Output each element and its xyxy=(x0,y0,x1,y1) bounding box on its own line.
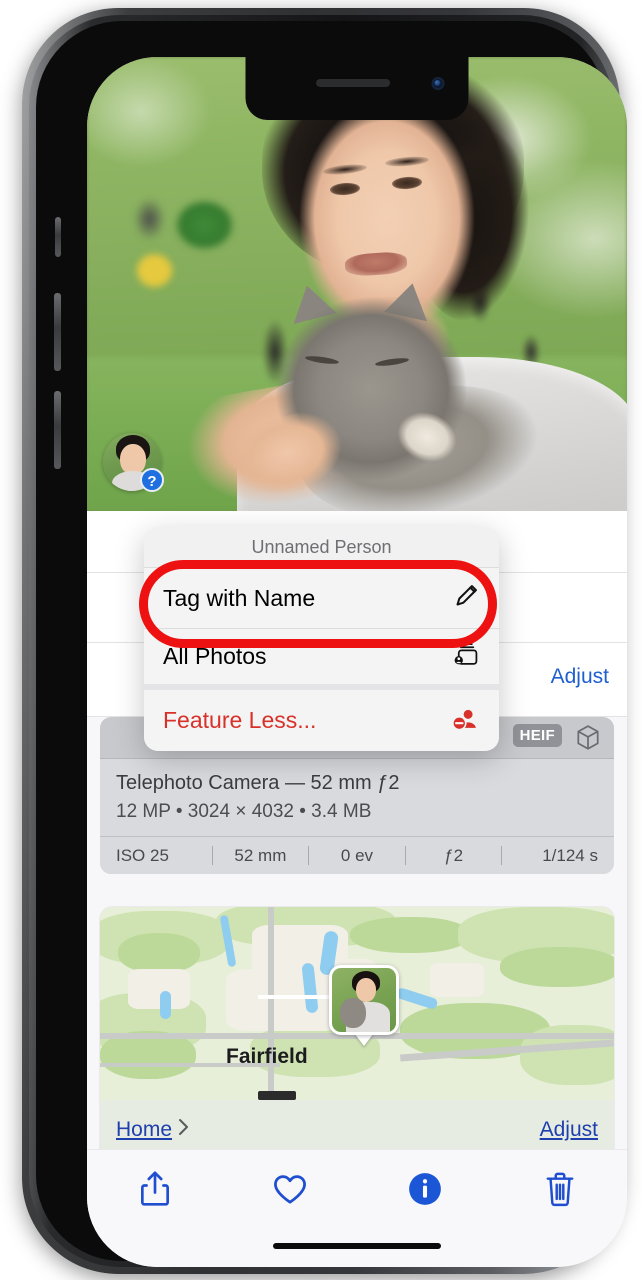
info-button[interactable] xyxy=(357,1172,492,1211)
camera-line: Telephoto Camera — 52 mm ƒ2 xyxy=(116,772,400,794)
volume-up-button[interactable] xyxy=(54,293,61,371)
menu-item-label: All Photos xyxy=(163,643,267,669)
cube-icon xyxy=(575,724,601,757)
details-line: 12 MP • 3024 × 4032 • 3.4 MB xyxy=(116,801,372,822)
menu-item-feature-less[interactable]: Feature Less... xyxy=(144,690,499,751)
map-place-label: Fairfield xyxy=(226,1045,308,1068)
menu-item-label: Feature Less... xyxy=(163,707,317,733)
earpiece-speaker xyxy=(315,79,390,87)
face-thumbnail-chip[interactable]: ? xyxy=(103,433,164,492)
home-indicator-zone xyxy=(87,1233,627,1267)
mute-switch[interactable] xyxy=(55,217,61,257)
stat-ev: 0 ev xyxy=(340,845,374,865)
share-button[interactable] xyxy=(87,1170,222,1213)
bottom-toolbar xyxy=(87,1149,627,1233)
share-icon xyxy=(138,1170,172,1213)
map-adjust-link[interactable]: Adjust xyxy=(540,1118,598,1142)
home-location-label: Home xyxy=(116,1118,173,1141)
map-photo-pin[interactable] xyxy=(329,965,399,1035)
stat-focal: 52 mm xyxy=(234,845,287,865)
chevron-right-icon xyxy=(177,1117,190,1143)
delete-button[interactable] xyxy=(492,1171,627,1213)
location-map-card[interactable]: Fairfield Home Adjust xyxy=(100,907,614,1160)
stat-iso: ISO 25 xyxy=(116,845,169,865)
heart-icon xyxy=(272,1173,308,1211)
info-icon xyxy=(408,1172,442,1211)
context-menu: Unnamed Person Tag with Name All Photos xyxy=(144,527,499,751)
phone-screen: ? Adjust HEIF Telephoto Camera — 52 mm ƒ… xyxy=(87,57,627,1267)
phone-body: ? Adjust HEIF Telephoto Camera — 52 mm ƒ… xyxy=(36,21,627,1267)
favorite-button[interactable] xyxy=(222,1173,357,1211)
trash-icon xyxy=(544,1171,576,1213)
person-stack-icon xyxy=(450,640,480,673)
person-minus-icon xyxy=(450,704,480,737)
menu-item-all-photos[interactable]: All Photos xyxy=(144,629,499,690)
front-camera-icon xyxy=(431,77,445,90)
exif-stats-row: ISO 25 52 mm 0 ev ƒ2 1/124 s xyxy=(100,836,614,874)
menu-item-label: Tag with Name xyxy=(163,584,316,611)
photo-viewer[interactable]: ? xyxy=(87,57,627,511)
home-indicator[interactable] xyxy=(273,1243,441,1249)
home-location-link[interactable]: Home xyxy=(116,1117,190,1143)
format-badge: HEIF xyxy=(512,724,562,747)
context-menu-title: Unnamed Person xyxy=(144,527,499,568)
stat-aperture: ƒ2 xyxy=(444,845,464,865)
volume-down-button[interactable] xyxy=(54,391,61,469)
map-image[interactable]: Fairfield xyxy=(100,907,614,1100)
unidentified-person-badge[interactable]: ? xyxy=(140,468,164,492)
pencil-icon xyxy=(453,582,480,615)
map-pin-thumbnail xyxy=(332,968,396,1032)
menu-item-tag-with-name[interactable]: Tag with Name xyxy=(144,568,499,629)
stat-shutter: 1/124 s xyxy=(542,845,598,865)
adjust-link-top[interactable]: Adjust xyxy=(551,665,609,689)
notch xyxy=(245,57,469,120)
screenshot-stage: ? Adjust HEIF Telephoto Camera — 52 mm ƒ… xyxy=(0,0,642,1280)
exif-body: Telephoto Camera — 52 mm ƒ2 12 MP • 3024… xyxy=(100,759,614,836)
